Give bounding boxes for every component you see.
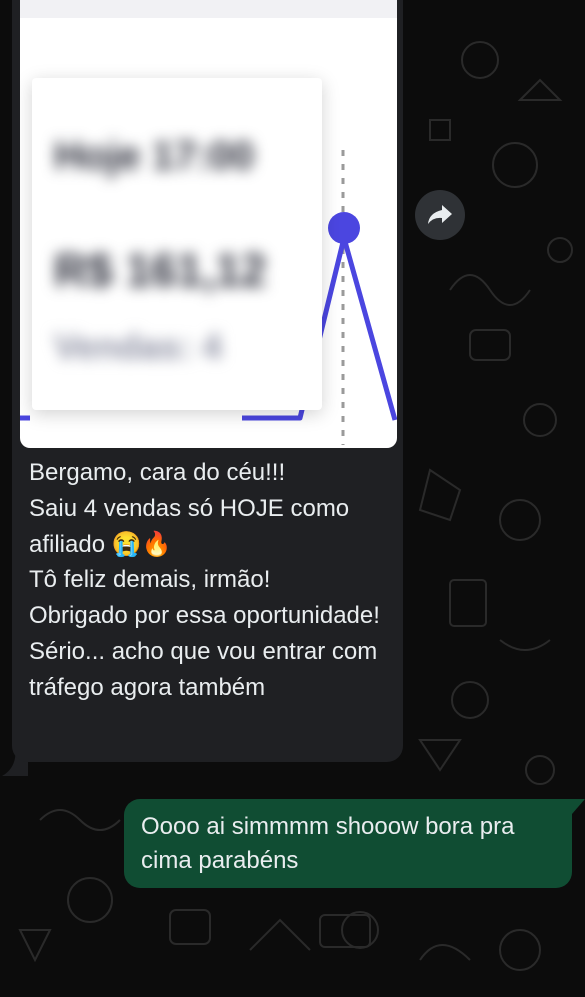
blurred-tooltip-card: Hoje 17:00 R$ 161,12 Vendas: 4: [32, 78, 322, 410]
shared-image[interactable]: Hoje 17:00 R$ 161,12 Vendas: 4: [20, 0, 397, 448]
forward-icon: [428, 205, 452, 224]
blurred-line-1: Hoje 17:00: [54, 134, 255, 178]
forward-button[interactable]: [415, 190, 465, 240]
blurred-line-2: R$ 161,12: [54, 244, 267, 296]
chart-highlight-point: [328, 212, 360, 244]
blurred-line-3: Vendas: 4: [54, 326, 223, 367]
outgoing-message-text: Oooo ai simmmm shooow bora pra cima para…: [141, 813, 515, 874]
incoming-message-text: Bergamo, cara do céu!!! Saiu 4 vendas só…: [29, 459, 380, 701]
